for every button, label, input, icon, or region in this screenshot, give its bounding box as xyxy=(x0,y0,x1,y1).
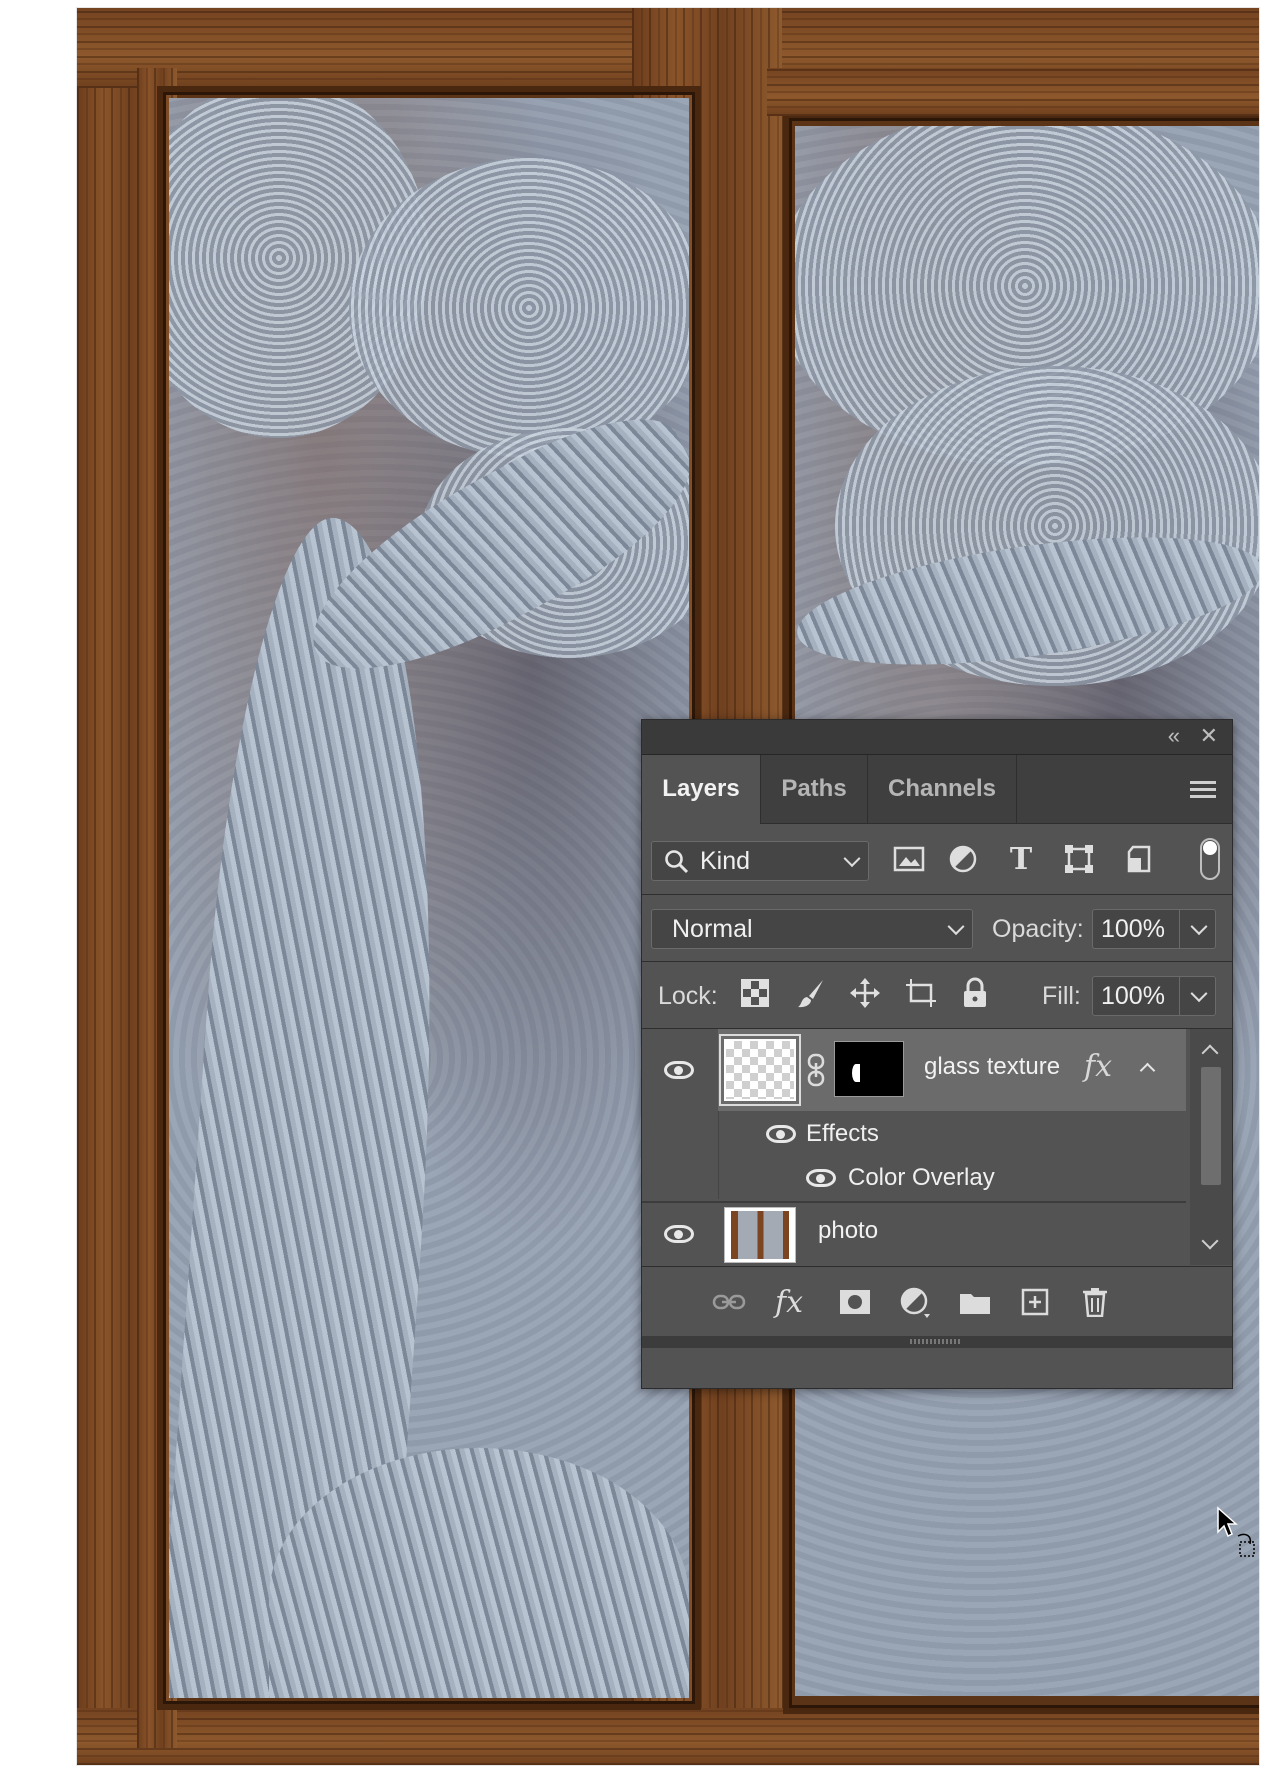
layers-panel[interactable]: « ✕ Layers Paths Channels Kind T Normal … xyxy=(641,719,1233,1389)
visibility-eye-icon[interactable] xyxy=(664,1061,694,1079)
filter-row: Kind T xyxy=(642,824,1232,895)
panel-footer: fx xyxy=(642,1266,1232,1337)
image-filter-icon[interactable] xyxy=(892,842,926,876)
lock-position-icon[interactable] xyxy=(848,976,882,1010)
layer-row-glass-texture[interactable]: glass texture fx xyxy=(642,1029,1186,1111)
close-icon[interactable]: ✕ xyxy=(1200,724,1218,748)
opacity-dropdown-icon[interactable] xyxy=(1190,918,1208,936)
kind-filter-label: Kind xyxy=(700,847,751,875)
blend-row: Normal Opacity: 100% xyxy=(642,895,1232,962)
panel-titlebar[interactable]: « ✕ xyxy=(642,720,1232,755)
link-layers-icon[interactable] xyxy=(710,1283,748,1321)
effects-label: Effects xyxy=(806,1120,879,1147)
fill-input[interactable]: 100% xyxy=(1092,976,1216,1016)
delete-layer-icon[interactable] xyxy=(1076,1283,1114,1321)
lock-image-pixels-icon[interactable] xyxy=(794,976,828,1010)
layer-row-photo[interactable]: photo xyxy=(642,1203,1186,1265)
fill-dropdown-icon[interactable] xyxy=(1190,985,1208,1003)
tab-layers[interactable]: Layers xyxy=(642,755,761,824)
tab-channels[interactable]: Channels xyxy=(868,755,1017,823)
type-filter-icon[interactable]: T xyxy=(1004,842,1038,877)
new-fill-adjustment-icon[interactable] xyxy=(896,1283,934,1321)
adjustment-filter-icon[interactable] xyxy=(946,842,980,876)
lock-row: Lock: Fill: 100% xyxy=(642,962,1232,1029)
mask-link-icon[interactable] xyxy=(806,1053,826,1087)
bottom-frame-rail xyxy=(77,1708,1259,1765)
right-top-rail xyxy=(767,68,1259,116)
chevron-down-icon xyxy=(843,850,861,868)
fill-label: Fill: xyxy=(1042,982,1081,1010)
left-glass-bevel xyxy=(157,86,701,1710)
effect-item-label: Color Overlay xyxy=(848,1164,995,1191)
mouse-cursor-icon xyxy=(1217,1506,1255,1557)
opacity-label: Opacity: xyxy=(992,915,1084,943)
search-icon xyxy=(665,850,689,874)
opacity-input[interactable]: 100% xyxy=(1092,909,1216,949)
add-layer-style-label: fx xyxy=(774,1284,804,1320)
collapse-icon[interactable]: « xyxy=(1168,724,1180,748)
add-layer-style-icon[interactable]: fx xyxy=(770,1283,808,1321)
scroll-down-icon[interactable] xyxy=(1201,1232,1219,1250)
layer-name[interactable]: glass texture xyxy=(924,1053,1060,1081)
lock-artboard-icon[interactable] xyxy=(904,976,938,1010)
panel-resize-grip[interactable] xyxy=(642,1336,1232,1348)
filter-toggle-switch[interactable] xyxy=(1200,838,1220,880)
scroll-up-icon[interactable] xyxy=(1201,1044,1219,1062)
lock-all-icon[interactable] xyxy=(958,976,992,1010)
fx-badge-icon[interactable]: fx xyxy=(1084,1049,1112,1084)
panel-tabs: Layers Paths Channels xyxy=(642,755,1232,824)
layer-thumbnail[interactable] xyxy=(724,1207,796,1263)
layer-name[interactable]: photo xyxy=(818,1217,878,1245)
opacity-value: 100% xyxy=(1101,915,1165,943)
color-overlay-row[interactable]: Color Overlay xyxy=(642,1157,1187,1199)
new-group-icon[interactable] xyxy=(956,1283,994,1321)
shape-filter-icon[interactable] xyxy=(1062,842,1096,876)
kind-filter-select[interactable]: Kind xyxy=(651,841,869,881)
layer-mask-thumbnail[interactable] xyxy=(834,1041,904,1097)
new-layer-icon[interactable] xyxy=(1016,1283,1054,1321)
lock-transparent-pixels-icon[interactable] xyxy=(738,976,772,1010)
blend-mode-select[interactable]: Normal xyxy=(651,909,973,949)
color-overlay-visibility-eye-icon[interactable] xyxy=(806,1169,836,1187)
effects-visibility-eye-icon[interactable] xyxy=(766,1125,796,1143)
add-mask-icon[interactable] xyxy=(836,1283,874,1321)
visibility-eye-icon[interactable] xyxy=(664,1225,694,1243)
layer-thumbnail[interactable] xyxy=(719,1034,801,1106)
smart-object-filter-icon[interactable] xyxy=(1122,842,1156,876)
layer-list: glass texture fx Effects Color Overlay p… xyxy=(642,1029,1187,1265)
panel-menu-icon[interactable] xyxy=(1190,781,1216,802)
effects-row[interactable]: Effects xyxy=(642,1111,1187,1157)
layer-list-scrollbar[interactable] xyxy=(1190,1029,1232,1265)
chevron-down-icon xyxy=(947,918,965,936)
lock-label: Lock: xyxy=(658,982,718,1010)
tab-paths[interactable]: Paths xyxy=(761,755,868,823)
scrollbar-thumb[interactable] xyxy=(1201,1067,1221,1185)
fill-value: 100% xyxy=(1101,982,1165,1010)
blend-mode-value: Normal xyxy=(672,915,753,943)
